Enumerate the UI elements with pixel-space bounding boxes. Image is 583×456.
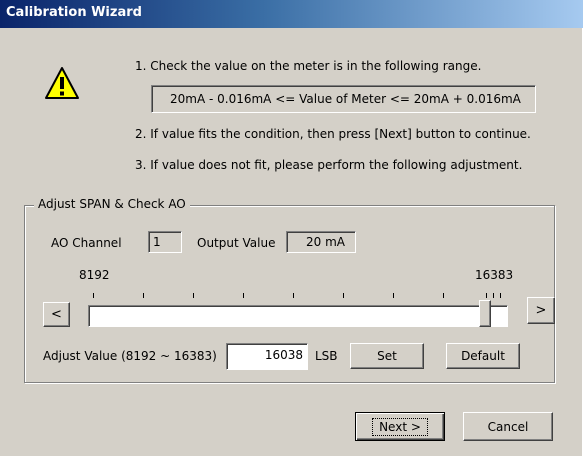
decrement-button[interactable]: < <box>43 302 70 327</box>
default-button-label: Default <box>461 349 505 363</box>
output-value-field: 20 mA <box>286 231 356 253</box>
slider-tick <box>243 293 244 298</box>
slider-tick <box>193 293 194 298</box>
slider-tick <box>443 293 444 298</box>
chevron-left-icon: < <box>51 307 62 322</box>
next-button-label: Next > <box>372 417 428 436</box>
range-box: 20mA - 0.016mA <= Value of Meter <= 20mA… <box>151 85 536 113</box>
slider-tick <box>143 293 144 298</box>
title-bar[interactable]: Calibration Wizard <box>0 0 583 28</box>
default-button[interactable]: Default <box>446 343 520 369</box>
slider-tick <box>493 293 494 298</box>
adjust-value-input[interactable]: 16038 <box>226 343 308 370</box>
set-button-label: Set <box>377 349 397 363</box>
adjust-value: 16038 <box>264 348 303 362</box>
slider-track[interactable] <box>88 305 508 327</box>
group-title: Adjust SPAN & Check AO <box>34 197 190 211</box>
ao-channel-label: AO Channel <box>51 236 122 250</box>
range-text: 20mA - 0.016mA <= Value of Meter <= 20mA… <box>170 92 521 106</box>
slider-tick <box>343 293 344 298</box>
chevron-right-icon: > <box>535 303 547 318</box>
slider-tick <box>500 293 501 298</box>
ao-channel-field: 1 <box>148 231 182 253</box>
instruction-step-3: 3. If value does not fit, please perform… <box>135 158 523 172</box>
output-value: 20 mA <box>306 235 345 249</box>
calibration-wizard-window: Calibration Wizard 1. Check the value on… <box>0 0 583 456</box>
slider-min-label: 8192 <box>79 268 110 282</box>
unit-label: LSB <box>315 349 338 363</box>
slider-tick <box>393 293 394 298</box>
output-value-label: Output Value <box>197 236 276 250</box>
cancel-button-label: Cancel <box>487 419 529 434</box>
slider-thumb[interactable] <box>479 300 491 327</box>
warning-icon <box>45 67 79 99</box>
window-title: Calibration Wizard <box>6 5 142 20</box>
ao-channel-value: 1 <box>153 235 161 249</box>
slider-tick <box>93 293 94 298</box>
adjust-value-label: Adjust Value (8192 ~ 16383) <box>43 349 217 363</box>
cancel-button[interactable]: Cancel <box>463 412 553 441</box>
set-button[interactable]: Set <box>350 343 424 369</box>
slider-tick <box>293 293 294 298</box>
instruction-step-2: 2. If value fits the condition, then pre… <box>135 127 531 141</box>
next-button[interactable]: Next > <box>355 412 445 441</box>
increment-button[interactable]: > <box>527 297 555 324</box>
slider-max-label: 16383 <box>475 268 514 282</box>
instruction-step-1: 1. Check the value on the meter is in th… <box>135 59 482 73</box>
slider-tick <box>486 293 487 298</box>
